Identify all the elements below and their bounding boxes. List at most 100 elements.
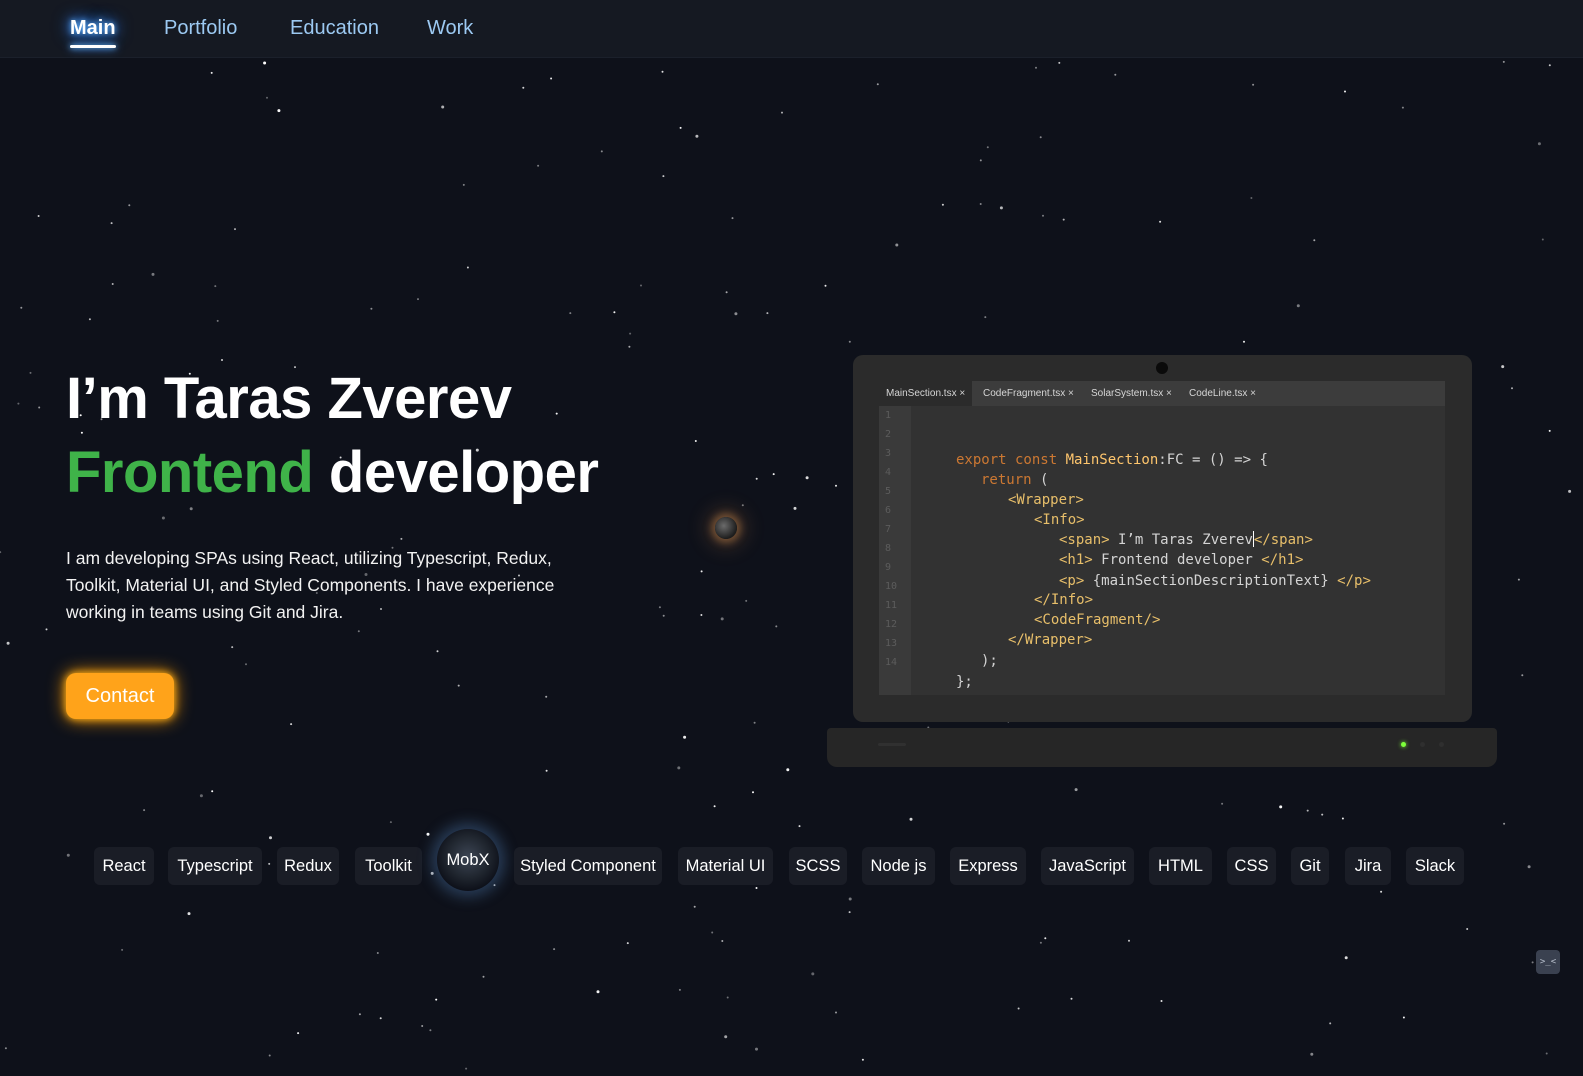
star bbox=[545, 769, 548, 772]
line-number: 12 bbox=[885, 619, 898, 630]
skill-tag: Express bbox=[950, 847, 1026, 885]
star bbox=[811, 972, 815, 976]
star bbox=[550, 77, 553, 80]
star bbox=[848, 911, 851, 914]
star bbox=[268, 862, 271, 865]
star bbox=[1541, 238, 1544, 241]
star bbox=[745, 599, 748, 602]
star bbox=[1058, 61, 1061, 64]
star bbox=[441, 105, 445, 109]
bot-icon[interactable]: >_< bbox=[1536, 950, 1560, 974]
star bbox=[357, 630, 360, 633]
star bbox=[755, 477, 758, 480]
star bbox=[693, 905, 696, 908]
star bbox=[1321, 813, 1324, 816]
star bbox=[775, 625, 778, 628]
star bbox=[37, 215, 40, 217]
star bbox=[187, 912, 191, 916]
star bbox=[29, 371, 32, 374]
star bbox=[724, 1035, 728, 1039]
skill-tag: JavaScript bbox=[1041, 847, 1134, 885]
nav-item-main[interactable]: Main bbox=[70, 16, 116, 40]
star bbox=[1062, 218, 1065, 221]
star bbox=[661, 70, 664, 73]
star bbox=[1279, 805, 1283, 809]
star bbox=[430, 871, 434, 875]
star bbox=[466, 266, 469, 269]
status-led-icon bbox=[1420, 742, 1425, 747]
star bbox=[121, 948, 124, 951]
editor-tab-solarsystem[interactable]: SolarSystem.tsx × bbox=[1084, 381, 1179, 406]
star bbox=[999, 206, 1003, 210]
star bbox=[683, 735, 687, 739]
star bbox=[662, 614, 665, 617]
star bbox=[726, 996, 729, 999]
star bbox=[1252, 83, 1255, 86]
star bbox=[214, 285, 217, 288]
star bbox=[6, 641, 10, 645]
star bbox=[798, 825, 801, 828]
code-line: </Info> bbox=[1034, 592, 1094, 608]
star bbox=[151, 272, 155, 276]
editor-tab-codefragment[interactable]: CodeFragment.tsx × bbox=[976, 381, 1081, 406]
line-number: 8 bbox=[885, 543, 892, 554]
laptop-base bbox=[827, 728, 1497, 767]
code-line: </Wrapper> bbox=[1008, 632, 1093, 648]
star bbox=[755, 887, 758, 889]
editor-tab-mainsection[interactable]: MainSection.tsx × bbox=[879, 381, 973, 406]
star bbox=[731, 217, 734, 220]
skill-tag: Styled Component bbox=[514, 847, 662, 885]
skill-tag: React bbox=[94, 847, 154, 885]
line-number: 1 bbox=[885, 410, 892, 421]
star bbox=[1341, 817, 1344, 820]
code-line: export const MainSection:FC = () => { bbox=[956, 452, 1268, 468]
contact-button[interactable]: Contact bbox=[66, 673, 174, 719]
star bbox=[848, 897, 852, 901]
star bbox=[234, 228, 236, 231]
line-number: 4 bbox=[885, 467, 892, 478]
star bbox=[1114, 73, 1117, 76]
skill-tag: Typescript bbox=[168, 847, 262, 885]
star bbox=[835, 484, 837, 487]
star bbox=[221, 359, 223, 361]
laptop-slot bbox=[878, 743, 906, 746]
nav-item-education[interactable]: Education bbox=[290, 16, 379, 40]
star bbox=[600, 150, 603, 153]
star bbox=[984, 316, 987, 319]
planet-icon bbox=[715, 517, 737, 539]
hero-role: Frontend developer bbox=[66, 436, 599, 510]
star bbox=[1466, 928, 1469, 930]
star bbox=[400, 537, 403, 540]
star bbox=[752, 791, 754, 794]
nav-item-portfolio[interactable]: Portfolio bbox=[164, 16, 237, 40]
star bbox=[110, 222, 113, 225]
star bbox=[720, 617, 724, 621]
hero-role-rest: developer bbox=[328, 440, 599, 505]
code-line: <CodeFragment/> bbox=[1034, 612, 1161, 628]
editor-code: export const MainSection:FC = () => { re… bbox=[911, 406, 1445, 695]
star bbox=[1511, 387, 1513, 390]
hero-description: I am developing SPAs using React, utiliz… bbox=[66, 548, 555, 622]
star bbox=[753, 721, 756, 724]
star bbox=[1039, 941, 1042, 944]
star bbox=[629, 332, 632, 335]
star bbox=[848, 340, 851, 343]
star bbox=[88, 318, 91, 321]
star bbox=[741, 504, 744, 507]
star bbox=[1501, 365, 1505, 369]
star bbox=[429, 1029, 432, 1032]
star bbox=[694, 440, 697, 442]
editor-tab-codeline[interactable]: CodeLine.tsx × bbox=[1182, 381, 1263, 406]
star bbox=[711, 931, 714, 934]
star bbox=[210, 71, 213, 74]
nav-item-work[interactable]: Work bbox=[427, 16, 473, 40]
line-number: 13 bbox=[885, 638, 898, 649]
star bbox=[1548, 429, 1551, 432]
top-navigation: Main Portfolio Education Work bbox=[0, 0, 1583, 58]
star bbox=[734, 312, 738, 316]
star bbox=[143, 809, 146, 812]
skill-tag: Slack bbox=[1406, 847, 1464, 885]
star bbox=[861, 1058, 864, 1061]
star bbox=[766, 312, 769, 315]
star bbox=[1521, 674, 1524, 677]
